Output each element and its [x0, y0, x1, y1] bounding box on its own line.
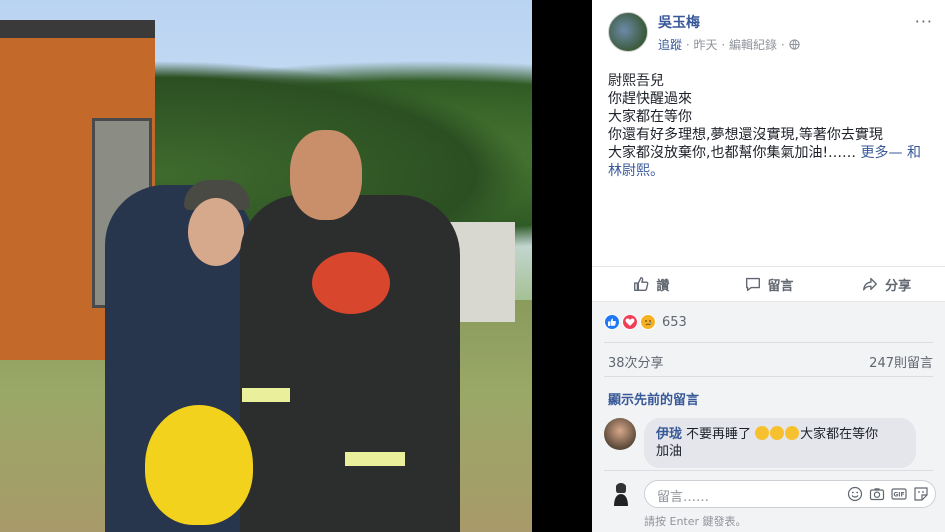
photo-woman-face [188, 198, 244, 266]
post-line: 你趕快醒過來 [608, 91, 692, 107]
photo-viewer: 吳玉梅 追蹤 · 昨天 · 編輯紀錄 · ··· 尉熙吾兒 你趕快醒過來 大家都… [0, 0, 945, 532]
post-body: 尉熙吾兒 你趕快醒過來 大家都在等你 你還有好多理想,夢想還沒實現,等著你去實現… [608, 72, 938, 180]
share-label: 分享 [885, 278, 912, 294]
comment-count[interactable]: 247則留言 [869, 352, 933, 371]
see-more-link[interactable]: 更多 [861, 145, 889, 161]
photo-firefighter-face [290, 130, 362, 220]
divider [604, 342, 933, 343]
reaction-summary[interactable]: 653 [604, 314, 687, 330]
post-line: 大家都沒放棄你,也都幫你集氣加油!…… 更多— 和 [608, 144, 938, 162]
thumbs-up-icon [634, 277, 649, 291]
view-previous-comments-link[interactable]: 顯示先前的留言 [608, 389, 699, 408]
comment-label: 留言 [767, 278, 794, 294]
commenter-name[interactable]: 伊珑 [656, 427, 682, 442]
post-line-text: 大家都沒放棄你,也都幫你集氣加油!…… [608, 145, 857, 161]
sad-reaction-icon [640, 314, 656, 330]
love-reaction-icon [622, 314, 638, 330]
post-meta: 追蹤 · 昨天 · 編輯紀錄 · [658, 36, 800, 53]
meta-separator: · [685, 38, 690, 52]
photo-breathing-mask [312, 252, 390, 314]
follow-link[interactable]: 追蹤 [658, 38, 682, 52]
post-side-panel: 吳玉梅 追蹤 · 昨天 · 編輯紀錄 · ··· 尉熙吾兒 你趕快醒過來 大家都… [592, 0, 945, 532]
share-icon [863, 277, 878, 291]
meta-separator: · [780, 38, 785, 52]
author-name[interactable]: 吳玉梅 [658, 12, 700, 32]
share-button[interactable]: 分享 [827, 267, 945, 301]
photo-yellow-helmet [145, 405, 253, 525]
comment-bubble: 伊珑 不要再睡了 大家都在等你 加油 [644, 418, 916, 468]
svg-text:GIF: GIF [893, 492, 904, 499]
post-photo[interactable] [0, 0, 532, 532]
comment-text: 不要再睡了 [686, 427, 752, 442]
sticker-icon[interactable] [913, 486, 929, 502]
comment-icon [745, 277, 760, 291]
post-line: 你還有好多理想,夢想還沒實現,等著你去實現 [608, 127, 883, 143]
share-count[interactable]: 38次分享 [608, 352, 664, 371]
post-line: 林尉熙。 [608, 162, 938, 180]
like-reaction-icon [604, 314, 620, 330]
photo-reflective-stripe [345, 452, 405, 466]
divider [604, 376, 933, 377]
globe-icon [788, 39, 800, 50]
comment-text: 加油 [656, 444, 683, 459]
composer-hint: 請按 Enter 鍵發表。 [644, 515, 747, 528]
tagged-user-link[interactable]: 林尉熙。 [608, 163, 664, 179]
comment-button[interactable]: 留言 [710, 267, 828, 301]
comment-text: 大家都在等你 [800, 427, 879, 442]
like-button[interactable]: 讚 [592, 267, 710, 301]
author-avatar[interactable] [608, 12, 648, 52]
edit-history-link[interactable]: 編輯紀錄 [729, 38, 777, 52]
photo-reflective-stripe [242, 388, 290, 402]
current-user-avatar [606, 478, 636, 508]
post-line: 大家都在等你 [608, 109, 692, 125]
tag-prefix: — 和 [888, 145, 921, 161]
comment-input[interactable]: 留言…… GIF [644, 480, 936, 508]
gif-icon[interactable]: GIF [891, 486, 907, 502]
crying-emoji-icon [770, 426, 785, 440]
reaction-count: 653 [662, 314, 687, 330]
camera-icon[interactable] [869, 486, 885, 502]
divider [604, 470, 933, 471]
emoji-icon[interactable] [847, 486, 863, 502]
post-time[interactable]: 昨天 [694, 38, 718, 52]
crying-emoji-icon [785, 426, 800, 440]
composer-tools: GIF [847, 486, 929, 502]
post-options-button[interactable]: ··· [915, 12, 933, 31]
meta-separator: · [721, 38, 726, 52]
post-header: 吳玉梅 追蹤 · 昨天 · 編輯紀錄 · ··· [608, 10, 937, 54]
post-actions-bar: 讚 留言 分享 [592, 266, 945, 302]
post-line: 尉熙吾兒 [608, 73, 664, 89]
photo-firefighter [240, 195, 460, 532]
comment-input-placeholder: 留言…… [657, 490, 710, 505]
like-label: 讚 [656, 278, 670, 294]
crying-emoji-icon [755, 426, 770, 440]
commenter-avatar[interactable] [604, 418, 636, 450]
